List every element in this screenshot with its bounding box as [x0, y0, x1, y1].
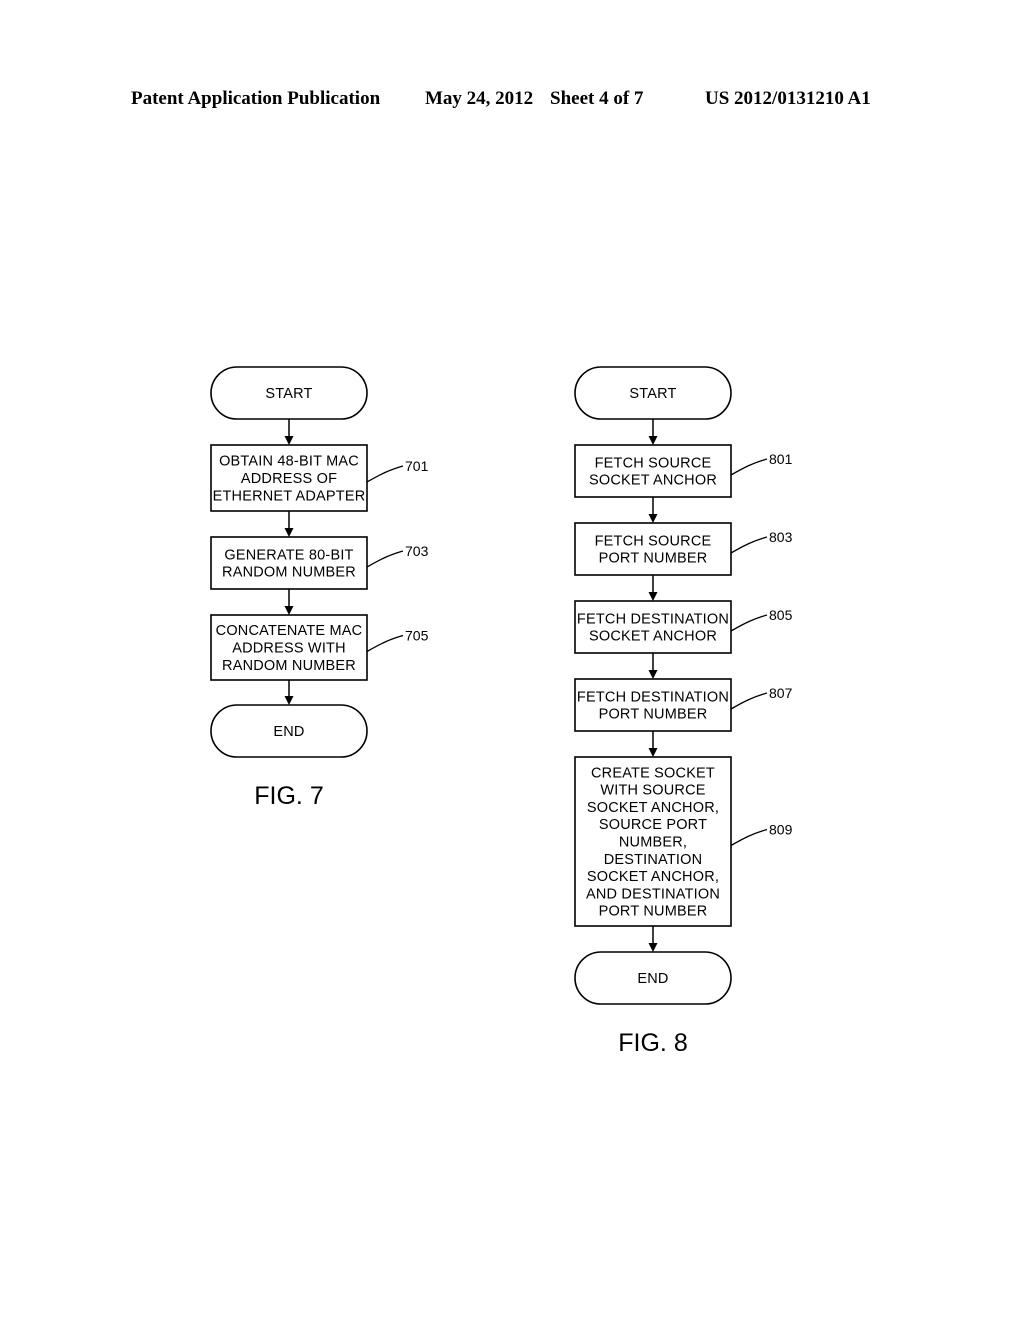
- fig7-node-705: CONCATENATE MAC ADDRESS WITHRANDOM NUMBER…: [210, 614, 429, 681]
- arrowhead-icon: [648, 748, 658, 757]
- reference-leader-line: [730, 458, 768, 476]
- arrowhead-icon: [648, 592, 658, 601]
- fig8-caption: FIG. 8: [618, 1029, 687, 1057]
- arrowhead-icon: [284, 696, 294, 705]
- node-label-line: PORT NUMBER: [599, 707, 708, 723]
- node-label-line: CONCATENATE MAC: [216, 623, 363, 639]
- arrowhead-icon: [284, 436, 294, 445]
- node-label-line: FETCH DESTINATION: [577, 689, 729, 705]
- node-label-line: SOCKET ANCHOR,: [587, 800, 719, 816]
- fig8-node-807: FETCH DESTINATION PORT NUMBER 807: [574, 678, 793, 732]
- fig8-flowchart: STARTFETCH SOURCESOCKET ANCHOR801FETCH S…: [574, 366, 793, 1057]
- arrowhead-icon: [284, 528, 294, 537]
- fig8-node-start: START: [574, 366, 732, 420]
- fig7-flowchart: START OBTAIN 48-BIT MACADDRESS OFETHERNET…: [210, 366, 429, 810]
- node-label-line: PORT NUMBER: [599, 904, 708, 920]
- fig8-node-809: CREATE SOCKETWITH SOURCESOCKET ANCHOR,SO…: [574, 756, 793, 927]
- node-label-line: GENERATE 80-BIT: [224, 547, 353, 563]
- node-label-line: NUMBER,: [619, 835, 687, 851]
- node-label-line: RANDOM NUMBER: [222, 565, 356, 581]
- fig7-node-end: END: [210, 704, 368, 758]
- node-label-line: PORT NUMBER: [599, 551, 708, 567]
- reference-numeral: 807: [769, 685, 793, 701]
- node-label-line: ETHERNET ADAPTER: [213, 488, 366, 504]
- fig7-node-start: START: [210, 366, 368, 420]
- arrowhead-icon: [648, 943, 658, 952]
- reference-numeral: 703: [405, 543, 429, 559]
- fig7-caption: FIG. 7: [254, 782, 323, 810]
- arrowhead-icon: [648, 670, 658, 679]
- reference-numeral: 705: [405, 628, 429, 644]
- reference-leader-line: [730, 614, 768, 632]
- flowchart-diagram: START OBTAIN 48-BIT MACADDRESS OFETHERNET…: [210, 366, 793, 1057]
- reference-leader-line: [366, 634, 404, 653]
- node-label-line: DESTINATION: [604, 852, 703, 868]
- reference-leader-line: [730, 692, 768, 710]
- node-label-line: AND DESTINATION: [586, 886, 720, 902]
- fig7-node-701: OBTAIN 48-BIT MACADDRESS OFETHERNET ADAP…: [210, 444, 429, 512]
- node-label-line: FETCH SOURCE: [595, 455, 712, 471]
- node-label-line: FETCH SOURCE: [595, 533, 712, 549]
- reference-leader-line: [730, 828, 768, 847]
- reference-leader-line: [366, 550, 404, 568]
- node-label-line: SOCKET ANCHOR,: [587, 869, 719, 885]
- reference-numeral: 701: [405, 458, 429, 474]
- reference-leader-line: [366, 465, 404, 483]
- node-label-line: START: [629, 386, 676, 402]
- arrowhead-icon: [648, 514, 658, 523]
- arrowhead-icon: [648, 436, 658, 445]
- fig8-node-end: END: [574, 951, 732, 1005]
- node-label-line: SOCKET ANCHOR: [589, 629, 717, 645]
- reference-numeral: 801: [769, 451, 793, 467]
- node-label-line: SOCKET ANCHOR: [589, 473, 717, 489]
- reference-numeral: 805: [769, 607, 793, 623]
- reference-numeral: 809: [769, 822, 793, 838]
- node-label-line: END: [637, 971, 668, 987]
- fig8-node-805: FETCH DESTINATION SOCKET ANCHOR 805: [574, 600, 793, 654]
- node-label-line: RANDOM NUMBER: [222, 658, 356, 674]
- fig8-node-803: FETCH SOURCE PORT NUMBER 803: [574, 522, 793, 576]
- node-label-line: OBTAIN 48-BIT MAC: [219, 454, 359, 470]
- node-label-line: END: [273, 724, 304, 740]
- node-label-line: CREATE SOCKET: [591, 765, 715, 781]
- arrowhead-icon: [284, 606, 294, 615]
- node-label-line: WITH SOURCE: [600, 783, 705, 799]
- node-label-line: ADDRESS WITH: [232, 641, 346, 657]
- node-label-line: START: [265, 386, 312, 402]
- reference-numeral: 803: [769, 529, 793, 545]
- node-label-line: ADDRESS OF: [241, 471, 337, 487]
- fig8-node-801: FETCH SOURCE SOCKET ANCHOR 801: [574, 444, 793, 498]
- node-label-line: FETCH DESTINATION: [577, 611, 729, 627]
- reference-leader-line: [730, 536, 768, 554]
- node-label-line: SOURCE PORT: [599, 817, 707, 833]
- fig7-node-703: GENERATE 80-BIT RANDOM NUMBER 703: [210, 536, 429, 590]
